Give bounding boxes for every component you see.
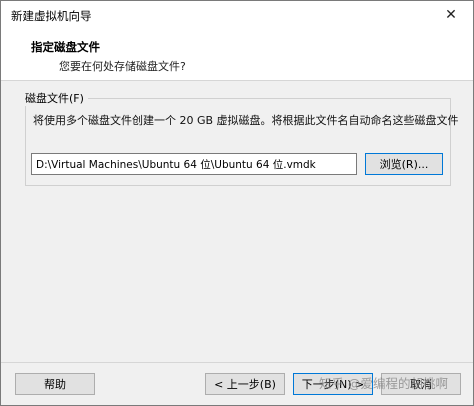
page-title: 指定磁盘文件 [31, 40, 100, 54]
wizard-footer: 帮助 < 上一步(B) 下一步(N) > 取消 [1, 362, 473, 405]
new-vm-wizard-window: 新建虚拟机向导 ✕ 指定磁盘文件 您要在何处存储磁盘文件? 磁盘文件(F) 将使… [0, 0, 474, 406]
wizard-content: 磁盘文件(F) 将使用多个磁盘文件创建一个 20 GB 虚拟磁盘。将根据此文件名… [1, 82, 473, 362]
close-icon[interactable]: ✕ [429, 1, 473, 29]
title-bar: 新建虚拟机向导 ✕ [1, 1, 473, 29]
wizard-header: 指定磁盘文件 您要在何处存储磁盘文件? [1, 29, 473, 81]
browse-button[interactable]: 浏览(R)... [365, 153, 443, 175]
disk-file-description: 将使用多个磁盘文件创建一个 20 GB 虚拟磁盘。将根据此文件名自动命名这些磁盘… [33, 114, 459, 127]
back-button[interactable]: < 上一步(B) [205, 373, 285, 395]
cancel-button[interactable]: 取消 [381, 373, 461, 395]
help-button[interactable]: 帮助 [15, 373, 95, 395]
disk-file-group-label: 磁盘文件(F) [25, 90, 88, 106]
next-button[interactable]: 下一步(N) > [293, 373, 373, 395]
page-subtitle: 您要在何处存储磁盘文件? [59, 60, 186, 73]
disk-file-path-input[interactable]: D:\Virtual Machines\Ubuntu 64 位\Ubuntu 6… [31, 153, 357, 175]
window-title: 新建虚拟机向导 [11, 9, 92, 23]
